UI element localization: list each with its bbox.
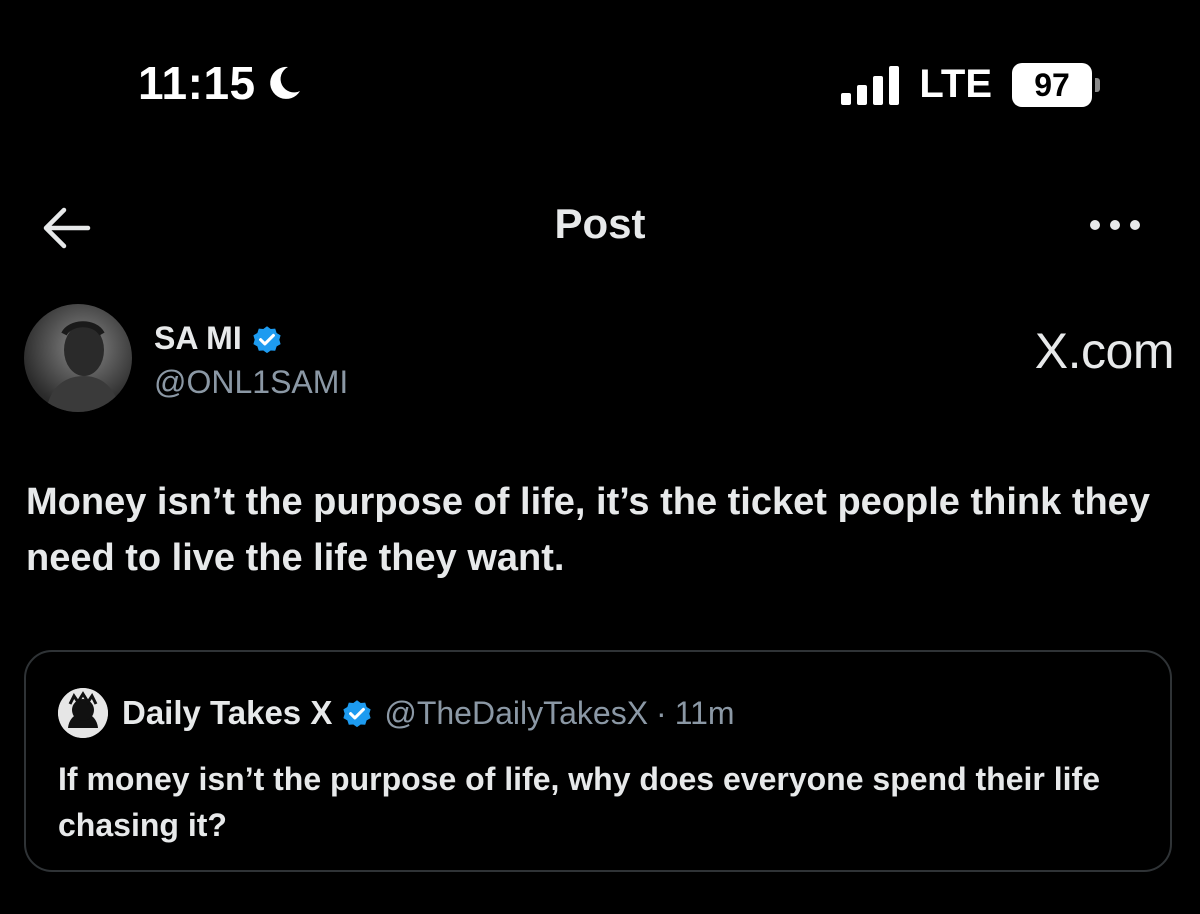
- source-watermark: X.com: [1034, 323, 1175, 379]
- quoted-post-header: Daily Takes X @TheDailyTakesX · 11m: [58, 688, 735, 738]
- quoted-timestamp: 11m: [674, 694, 735, 731]
- network-label: LTE: [919, 62, 992, 106]
- separator-dot: ·: [656, 694, 667, 731]
- post-author: SA MI @ONL1SAMI X.com: [24, 304, 1175, 414]
- status-time: 11:15: [138, 57, 256, 109]
- nav-header: Post: [0, 196, 1200, 260]
- author-name-group[interactable]: SA MI: [154, 320, 284, 357]
- status-time-group: 11:15: [138, 56, 306, 110]
- status-indicators: LTE 97: [841, 62, 1100, 107]
- quoted-author-name: Daily Takes X: [122, 694, 333, 731]
- quoted-avatar: [58, 688, 108, 738]
- quoted-post[interactable]: Daily Takes X @TheDailyTakesX · 11m If m…: [24, 650, 1172, 872]
- author-name[interactable]: SA MI: [154, 320, 242, 357]
- more-horizontal-icon: [1088, 220, 1142, 244]
- moon-icon: [262, 61, 306, 105]
- battery-level: 97: [1012, 62, 1092, 107]
- status-bar: 11:15 LTE 97: [0, 50, 1200, 120]
- signal-icon: [841, 65, 903, 105]
- more-options-button[interactable]: [1088, 210, 1142, 240]
- battery-tip: [1095, 77, 1100, 92]
- post-text: Money isn’t the purpose of life, it’s th…: [26, 481, 1150, 579]
- quoted-post-text: If money isn’t the purpose of life, why …: [58, 761, 1100, 843]
- verified-badge-icon: [250, 322, 284, 356]
- page-title: Post: [554, 200, 646, 247]
- quoted-author-handle: @TheDailyTakesX: [384, 694, 649, 731]
- author-handle[interactable]: @ONL1SAMI: [154, 364, 348, 401]
- verified-badge-icon: [340, 696, 374, 730]
- battery-indicator: 97: [1012, 62, 1100, 107]
- avatar[interactable]: [24, 304, 132, 412]
